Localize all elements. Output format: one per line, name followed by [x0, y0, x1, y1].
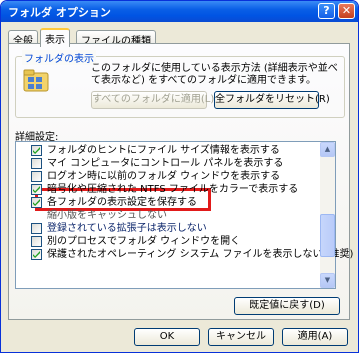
list-scrollbar[interactable]: ▲ ▼: [320, 142, 335, 288]
checkbox-separate-process[interactable]: [31, 236, 42, 247]
checkbox-hide-os-files[interactable]: [31, 249, 42, 260]
help-button[interactable]: ?: [318, 3, 335, 19]
reset-all-folders-button[interactable]: 全フォルダをリセット(R): [214, 91, 330, 109]
title-bar[interactable]: フォルダ オプション ? ✕: [1, 1, 358, 22]
folder-view-icon: [23, 69, 49, 92]
folder-view-description: このフォルダに使用している表示方法 (詳細表示や並べて表示など) をすべてのフォ…: [91, 63, 338, 86]
checkbox-hide-extensions[interactable]: [31, 223, 42, 234]
scroll-down-icon[interactable]: ▼: [320, 273, 335, 288]
ok-button[interactable]: OK: [134, 328, 200, 346]
cancel-button[interactable]: キャンセル: [208, 328, 274, 346]
list-item[interactable]: マイ コンピュータにコントロール パネルを表示する: [47, 157, 283, 170]
restore-defaults-button[interactable]: 既定値に戻す(D): [234, 297, 340, 315]
checkbox-ntfs-color[interactable]: [31, 184, 42, 195]
window-title: フォルダ オプション: [8, 6, 111, 19]
close-button[interactable]: ✕: [338, 3, 355, 19]
list-item[interactable]: 暗号化や圧縮された NTFS ファイルをカラーで表示する: [47, 183, 298, 196]
checkbox-control-panel[interactable]: [31, 158, 42, 169]
checkbox-file-size-tip[interactable]: [31, 145, 42, 156]
checkbox-restore-windows[interactable]: [31, 171, 42, 182]
tab-view[interactable]: 表示: [40, 28, 70, 47]
list-item-hide-extensions[interactable]: 登録されている拡張子は表示しない: [47, 222, 207, 235]
list-item[interactable]: フォルダのヒントにファイル サイズ情報を表示する: [47, 144, 280, 157]
apply-button[interactable]: 適用(A): [282, 328, 348, 346]
list-item[interactable]: 縮小版をキャッシュしない: [47, 209, 167, 222]
list-item[interactable]: 各フォルダの表示設定を保存する: [47, 196, 197, 209]
list-item[interactable]: 保護されたオペレーティング システム ファイルを表示しない (推奨): [47, 248, 353, 261]
scroll-thumb[interactable]: [320, 214, 335, 257]
folder-options-dialog: フォルダ オプション ? ✕ 全般 表示 ファイルの種類 フォルダの表示 このフ…: [0, 0, 359, 353]
list-item[interactable]: ログオン時に以前のフォルダ ウィンドウを表示する: [47, 170, 280, 183]
list-item[interactable]: 別のプロセスでフォルダ ウィンドウを開く: [47, 235, 240, 248]
checkbox-save-view-settings[interactable]: [31, 197, 42, 208]
apply-to-all-folders-button[interactable]: すべてのフォルダに適用(L): [91, 91, 214, 109]
folder-view-legend: フォルダの表示: [22, 50, 96, 65]
scroll-up-icon[interactable]: ▲: [320, 142, 335, 157]
